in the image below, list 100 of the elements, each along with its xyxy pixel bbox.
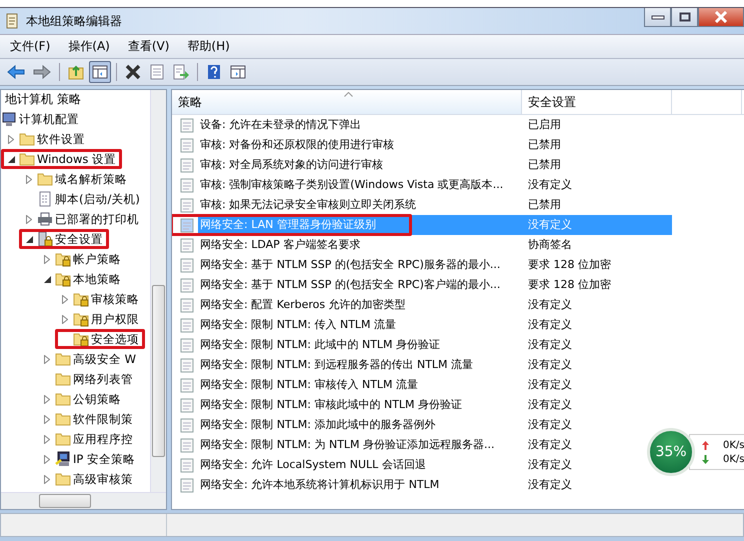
tree-item[interactable]: 帐户策略 — [73, 252, 121, 266]
setting-cell[interactable]: 已禁用 — [522, 195, 567, 215]
setting-cell[interactable]: 没有定义 — [522, 415, 578, 435]
menu-item[interactable]: 文件(F) — [2, 38, 58, 55]
tree-item[interactable]: 已部署的打印机 — [55, 212, 139, 226]
policy-cell[interactable]: 网络安全: 配置 Kerberos 允许的加密类型 — [198, 295, 522, 315]
setting-cell[interactable]: 已启用 — [522, 115, 567, 135]
collapsed-arrow-icon[interactable] — [59, 313, 71, 325]
setting-cell[interactable]: 没有定义 — [522, 355, 578, 375]
policy-cell[interactable]: 网络安全: 限制 NTLM: 审核传入 NTLM 流量 — [198, 375, 522, 395]
policy-cell[interactable]: 审核: 对全局系统对象的访问进行审核 — [198, 155, 522, 175]
policy-cell[interactable]: 审核: 如果无法记录安全审核则立即关闭系统 — [198, 195, 522, 215]
upload-speed: 0K/s — [723, 440, 744, 450]
tree-item[interactable]: 公钥策略 — [73, 392, 121, 406]
setting-cell[interactable]: 要求 128 位加密 — [522, 255, 617, 275]
tree-item[interactable]: 安全选项 — [91, 332, 139, 346]
policy-icon — [180, 398, 194, 412]
up-folder-icon — [68, 64, 84, 80]
policy-cell[interactable]: 网络安全: 限制 NTLM: 此域中的 NTLM 身份验证 — [198, 335, 522, 355]
setting-cell[interactable]: 没有定义 — [522, 335, 578, 355]
tree-item[interactable]: 应用程序控 — [73, 432, 133, 446]
tree-item[interactable]: 高级安全 W — [73, 352, 136, 366]
policy-cell[interactable]: 网络安全: 基于 NTLM SSP 的(包括安全 RPC)客户端的最小... — [198, 275, 522, 295]
tree-item[interactable]: 软件设置 — [37, 132, 85, 146]
menu-item[interactable]: 操作(A) — [60, 38, 118, 55]
setting-cell[interactable]: 没有定义 — [522, 435, 578, 455]
tree-item[interactable]: 软件限制策 — [73, 412, 133, 426]
collapsed-arrow-icon[interactable] — [41, 413, 53, 425]
policy-cell[interactable]: 设备: 允许在未登录的情况下弹出 — [198, 115, 522, 135]
delete-icon — [125, 64, 141, 80]
policy-icon — [180, 198, 194, 212]
tree-item[interactable]: IP 安全策略 — [73, 452, 135, 466]
locked-folder-icon — [55, 251, 71, 267]
setting-cell[interactable]: 没有定义 — [522, 175, 578, 195]
policy-cell[interactable]: 网络安全: LDAP 客户端签名要求 — [198, 235, 522, 255]
toolbar-button[interactable] — [89, 61, 111, 83]
menu-item[interactable]: 查看(V) — [120, 38, 178, 55]
setting-cell[interactable]: 没有定义 — [522, 375, 578, 395]
collapsed-arrow-icon[interactable] — [5, 133, 17, 145]
policy-cell[interactable]: 网络安全: 限制 NTLM: 为 NTLM 身份验证添加远程服务器... — [198, 435, 522, 455]
tree-item[interactable]: 用户权限 — [91, 312, 139, 326]
export-list-icon — [173, 64, 189, 80]
collapsed-arrow-icon[interactable] — [59, 293, 71, 305]
setting-cell[interactable]: 没有定义 — [522, 315, 578, 335]
collapsed-arrow-icon[interactable] — [41, 473, 53, 485]
tree-root-label[interactable]: 地计算机 策略 — [1, 90, 150, 109]
policy-icon — [180, 178, 194, 192]
policy-cell[interactable]: 网络安全: 基于 NTLM SSP 的(包括安全 RPC)服务器的最小... — [198, 255, 522, 275]
download-speed: 0K/s — [723, 454, 744, 464]
collapsed-arrow-icon[interactable] — [41, 253, 53, 265]
collapsed-arrow-icon[interactable] — [23, 173, 35, 185]
setting-cell[interactable]: 没有定义 — [522, 455, 578, 475]
policy-cell[interactable]: 网络安全: 限制 NTLM: 到远程服务器的传出 NTLM 流量 — [198, 355, 522, 375]
vertical-scrollbar[interactable] — [150, 90, 166, 492]
collapsed-arrow-icon[interactable] — [41, 453, 53, 465]
tree-item[interactable]: 审核策略 — [91, 292, 139, 306]
down-arrow-icon — [702, 454, 709, 464]
collapsed-arrow-icon[interactable] — [41, 433, 53, 445]
policy-icon — [180, 278, 194, 292]
close-button[interactable] — [698, 8, 744, 27]
folder-icon — [55, 391, 71, 407]
tree-item[interactable]: 脚本(启动/关机) — [55, 192, 140, 206]
setting-cell[interactable]: 已禁用 — [522, 155, 567, 175]
minimize-button[interactable] — [644, 8, 671, 27]
collapsed-arrow-icon[interactable] — [41, 393, 53, 405]
setting-cell[interactable]: 没有定义 — [522, 475, 578, 495]
tree-item[interactable]: 域名解析策略 — [55, 172, 127, 186]
maximize-icon — [678, 12, 690, 22]
setting-cell[interactable]: 已禁用 — [522, 135, 567, 155]
locked-folder-icon — [55, 271, 71, 287]
setting-cell[interactable]: 没有定义 — [522, 395, 578, 415]
tree-item[interactable]: Windows 设置 — [37, 152, 116, 166]
collapsed-arrow-icon[interactable] — [23, 213, 35, 225]
tree-item[interactable]: 本地策略 — [73, 272, 121, 286]
policy-cell[interactable]: 网络安全: 限制 NTLM: 审核此域中的 NTLM 身份验证 — [198, 395, 522, 415]
folder-icon — [55, 411, 71, 427]
tree-item[interactable]: 安全设置 — [55, 232, 103, 246]
tree-item[interactable]: 网络列表管 — [73, 372, 133, 386]
column-header[interactable]: 安全设置 — [522, 90, 672, 114]
policy-cell[interactable]: 网络安全: 允许本地系统将计算机标识用于 NTLM — [198, 475, 522, 495]
setting-cell[interactable]: 要求 128 位加密 — [522, 275, 617, 295]
action-pane-icon — [230, 65, 246, 79]
tree-item[interactable]: 计算机配置 — [19, 112, 79, 126]
menu-item[interactable]: 帮助(H) — [179, 38, 238, 55]
lock-server-icon — [37, 231, 53, 247]
policy-cell[interactable]: 审核: 对备份和还原权限的使用进行审核 — [198, 135, 522, 155]
scroll-icon — [4, 13, 20, 29]
policy-cell[interactable]: 审核: 强制审核策略子类别设置(Windows Vista 或更高版本... — [198, 175, 522, 195]
tree-item[interactable]: 高级审核策 — [73, 472, 133, 486]
setting-cell[interactable]: 协商签名 — [522, 235, 578, 255]
column-header[interactable]: 策略 — [172, 90, 522, 114]
maximize-button[interactable] — [671, 8, 698, 27]
close-icon — [714, 11, 728, 23]
policy-cell[interactable]: 网络安全: 限制 NTLM: 传入 NTLM 流量 — [198, 315, 522, 335]
policy-icon — [180, 138, 194, 152]
collapsed-arrow-icon[interactable] — [41, 353, 53, 365]
setting-cell[interactable]: 没有定义 — [522, 295, 578, 315]
policy-cell[interactable]: 网络安全: 限制 NTLM: 添加此域中的服务器例外 — [198, 415, 522, 435]
policy-cell[interactable]: 网络安全: 允许 LocalSystem NULL 会话回退 — [198, 455, 522, 475]
horizontal-scrollbar[interactable] — [1, 492, 166, 509]
